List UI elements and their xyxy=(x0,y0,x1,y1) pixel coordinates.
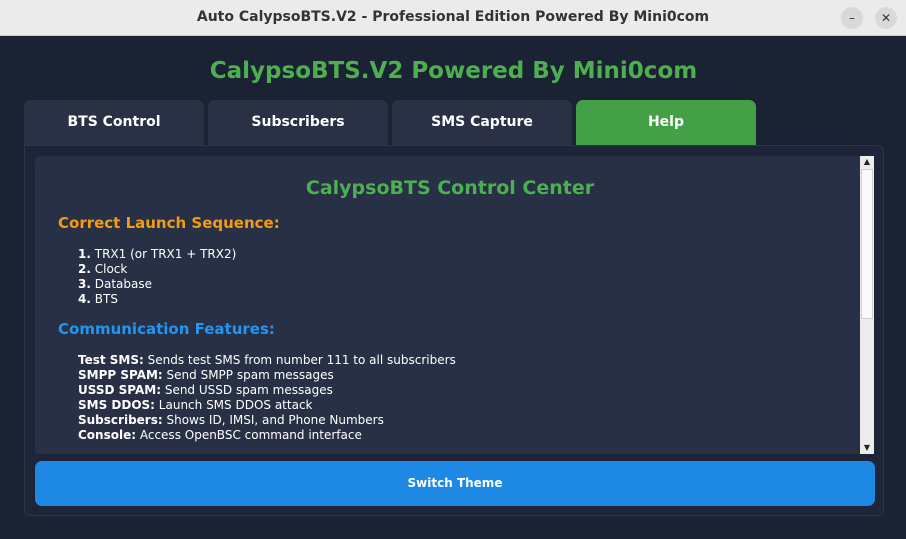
window-title: Auto CalypsoBTS.V2 - Professional Editio… xyxy=(196,9,710,25)
feature-name: Test SMS: xyxy=(78,353,144,367)
feature-item: SMS DDOS: Launch SMS DDOS attack xyxy=(78,398,456,413)
feature-item: Subscribers: Shows ID, IMSI, and Phone N… xyxy=(78,413,456,428)
scroll-up-icon[interactable]: ▲ xyxy=(860,156,874,168)
launch-step: 1. TRX1 (or TRX1 + TRX2) xyxy=(78,247,236,262)
feature-desc: Send USSD spam messages xyxy=(164,383,333,397)
communication-features-title: Communication Features: xyxy=(58,320,275,338)
vertical-scrollbar[interactable]: ▲ ▼ xyxy=(860,156,874,454)
window-titlebar[interactable]: Auto CalypsoBTS.V2 - Professional Editio… xyxy=(0,0,906,36)
help-heading: CalypsoBTS Control Center xyxy=(305,177,595,199)
launch-step: 4. BTS xyxy=(78,292,236,307)
feature-name: USSD SPAM: xyxy=(78,383,161,397)
scroll-down-icon[interactable]: ▼ xyxy=(860,442,874,454)
app-body: CalypsoBTS.V2 Powered By Mini0com BTS Co… xyxy=(4,36,903,539)
feature-desc: Shows ID, IMSI, and Phone Numbers xyxy=(166,413,384,427)
launch-step: 2. Clock xyxy=(78,262,236,277)
feature-desc: Launch SMS DDOS attack xyxy=(158,398,313,412)
launch-steps-list: 1. TRX1 (or TRX1 + TRX2) 2. Clock 3. Dat… xyxy=(78,247,236,307)
feature-name: SMPP SPAM: xyxy=(78,368,163,382)
feature-desc: Access OpenBSC command interface xyxy=(139,428,362,442)
feature-item: Console: Access OpenBSC command interfac… xyxy=(78,428,456,443)
step-text: Clock xyxy=(94,262,128,276)
feature-item: SMPP SPAM: Send SMPP spam messages xyxy=(78,368,456,383)
app-window: Auto CalypsoBTS.V2 - Professional Editio… xyxy=(0,0,906,539)
step-number: 3. xyxy=(78,277,91,291)
feature-name: SMS DDOS: xyxy=(78,398,155,412)
feature-item: USSD SPAM: Send USSD spam messages xyxy=(78,383,456,398)
launch-step: 3. Database xyxy=(78,277,236,292)
minimize-icon[interactable]: – xyxy=(841,7,863,29)
tab-sms-capture[interactable]: SMS Capture xyxy=(392,100,572,145)
feature-desc: Send SMPP spam messages xyxy=(166,368,334,382)
tab-bts-control[interactable]: BTS Control xyxy=(24,100,204,145)
features-list: Test SMS: Sends test SMS from number 111… xyxy=(78,353,456,443)
switch-theme-button[interactable]: Switch Theme xyxy=(35,461,875,506)
close-icon[interactable]: ✕ xyxy=(875,7,897,29)
step-text: TRX1 (or TRX1 + TRX2) xyxy=(94,247,237,261)
app-title: CalypsoBTS.V2 Powered By Mini0com xyxy=(209,58,698,84)
step-text: Database xyxy=(94,277,153,291)
feature-item: Test SMS: Sends test SMS from number 111… xyxy=(78,353,456,368)
feature-name: Console: xyxy=(78,428,137,442)
feature-desc: Sends test SMS from number 111 to all su… xyxy=(147,353,456,367)
step-number: 4. xyxy=(78,292,91,306)
scrollbar-thumb[interactable] xyxy=(861,169,873,319)
help-content: CalypsoBTS Control Center Correct Launch… xyxy=(35,156,865,454)
step-number: 2. xyxy=(78,262,91,276)
feature-name: Subscribers: xyxy=(78,413,163,427)
tab-help[interactable]: Help xyxy=(576,100,756,145)
tab-subscribers[interactable]: Subscribers xyxy=(208,100,388,145)
step-number: 1. xyxy=(78,247,91,261)
step-text: BTS xyxy=(94,292,118,306)
launch-sequence-title: Correct Launch Sequence: xyxy=(58,214,280,232)
help-panel: CalypsoBTS Control Center Correct Launch… xyxy=(24,145,884,516)
